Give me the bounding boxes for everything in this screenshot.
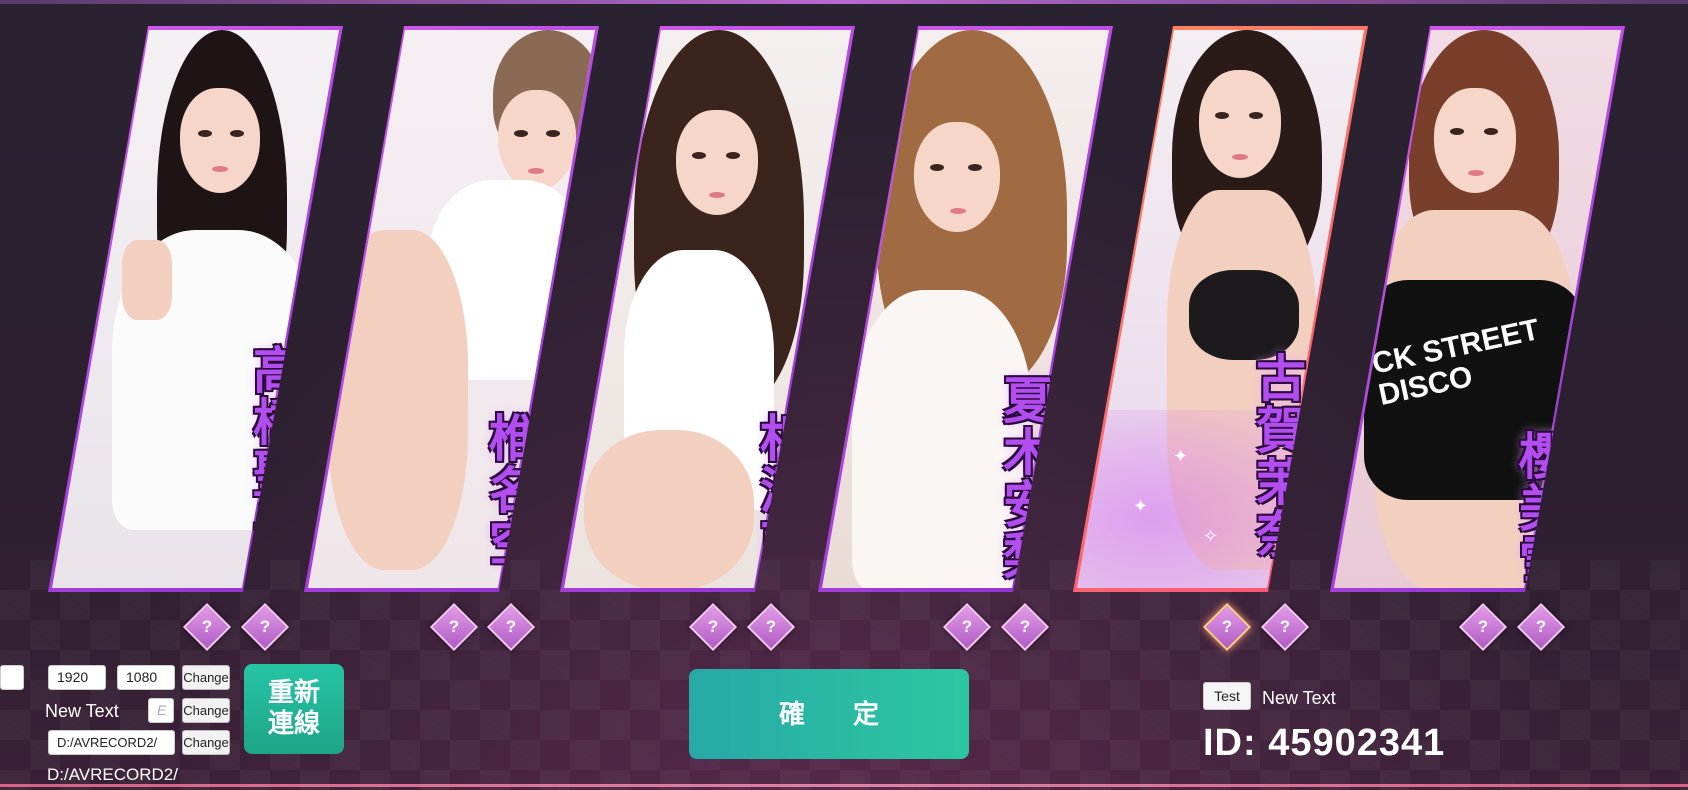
character-portrait: [564, 30, 851, 588]
player-id: ID: 45902341: [1203, 722, 1446, 764]
character-name: 椎名空: [481, 412, 540, 568]
e-field[interactable]: E: [148, 698, 174, 723]
character-card-5[interactable]: ✦ ✦ ✧ 古賀茉奈: [1073, 26, 1368, 592]
new-text-label-right: New Text: [1262, 688, 1336, 708]
change-path-button[interactable]: Change: [182, 730, 230, 755]
character-card-2[interactable]: 椎名空: [304, 26, 599, 592]
new-text-label: New Text: [45, 701, 119, 721]
character-portrait: [308, 30, 595, 588]
character-portrait: CK STREET DISCO: [1334, 30, 1621, 588]
confirm-button[interactable]: 確定: [689, 669, 969, 759]
height-field[interactable]: 1080: [117, 665, 175, 690]
sparkle-icon: ✧: [1203, 526, 1219, 546]
character-name: 古賀茉奈: [1248, 352, 1307, 560]
character-name: 相澤南: [752, 412, 811, 568]
bottom-border: [0, 784, 1688, 787]
sparkle-icon: ✦: [1173, 446, 1189, 466]
path-display: D:/AVRECORD2/: [47, 765, 178, 784]
character-name: 夏木安梨: [995, 374, 1054, 582]
change-text-button[interactable]: Change: [182, 698, 230, 723]
left-edge-field[interactable]: [0, 665, 24, 690]
character-card-1[interactable]: 高橋聖子: [48, 26, 343, 592]
top-border: [0, 0, 1688, 4]
width-field[interactable]: 1920: [48, 665, 106, 690]
character-portrait: [1077, 30, 1364, 588]
character-card-3[interactable]: 相澤南: [560, 26, 855, 592]
change-resolution-button[interactable]: Change: [182, 665, 230, 690]
path-field[interactable]: D:/AVRECORD2/: [48, 730, 175, 755]
reconnect-label: 重新連線: [267, 677, 320, 738]
character-card-6[interactable]: CK STREET DISCO 櫻美雪: [1330, 26, 1625, 592]
character-portrait: [52, 30, 339, 588]
character-card-4[interactable]: 夏木安梨: [818, 26, 1113, 592]
reconnect-button[interactable]: 重新連線: [244, 664, 344, 754]
sparkle-icon: ✦: [1133, 496, 1149, 516]
character-portrait: [822, 30, 1109, 588]
game-screen: 高橋聖子 椎名空 相澤南 夏木安梨 ✦ ✦ ✧ 古賀茉奈 CK STREET D…: [0, 0, 1688, 790]
character-name: 高橋聖子: [245, 344, 304, 552]
test-button[interactable]: Test: [1203, 682, 1251, 710]
